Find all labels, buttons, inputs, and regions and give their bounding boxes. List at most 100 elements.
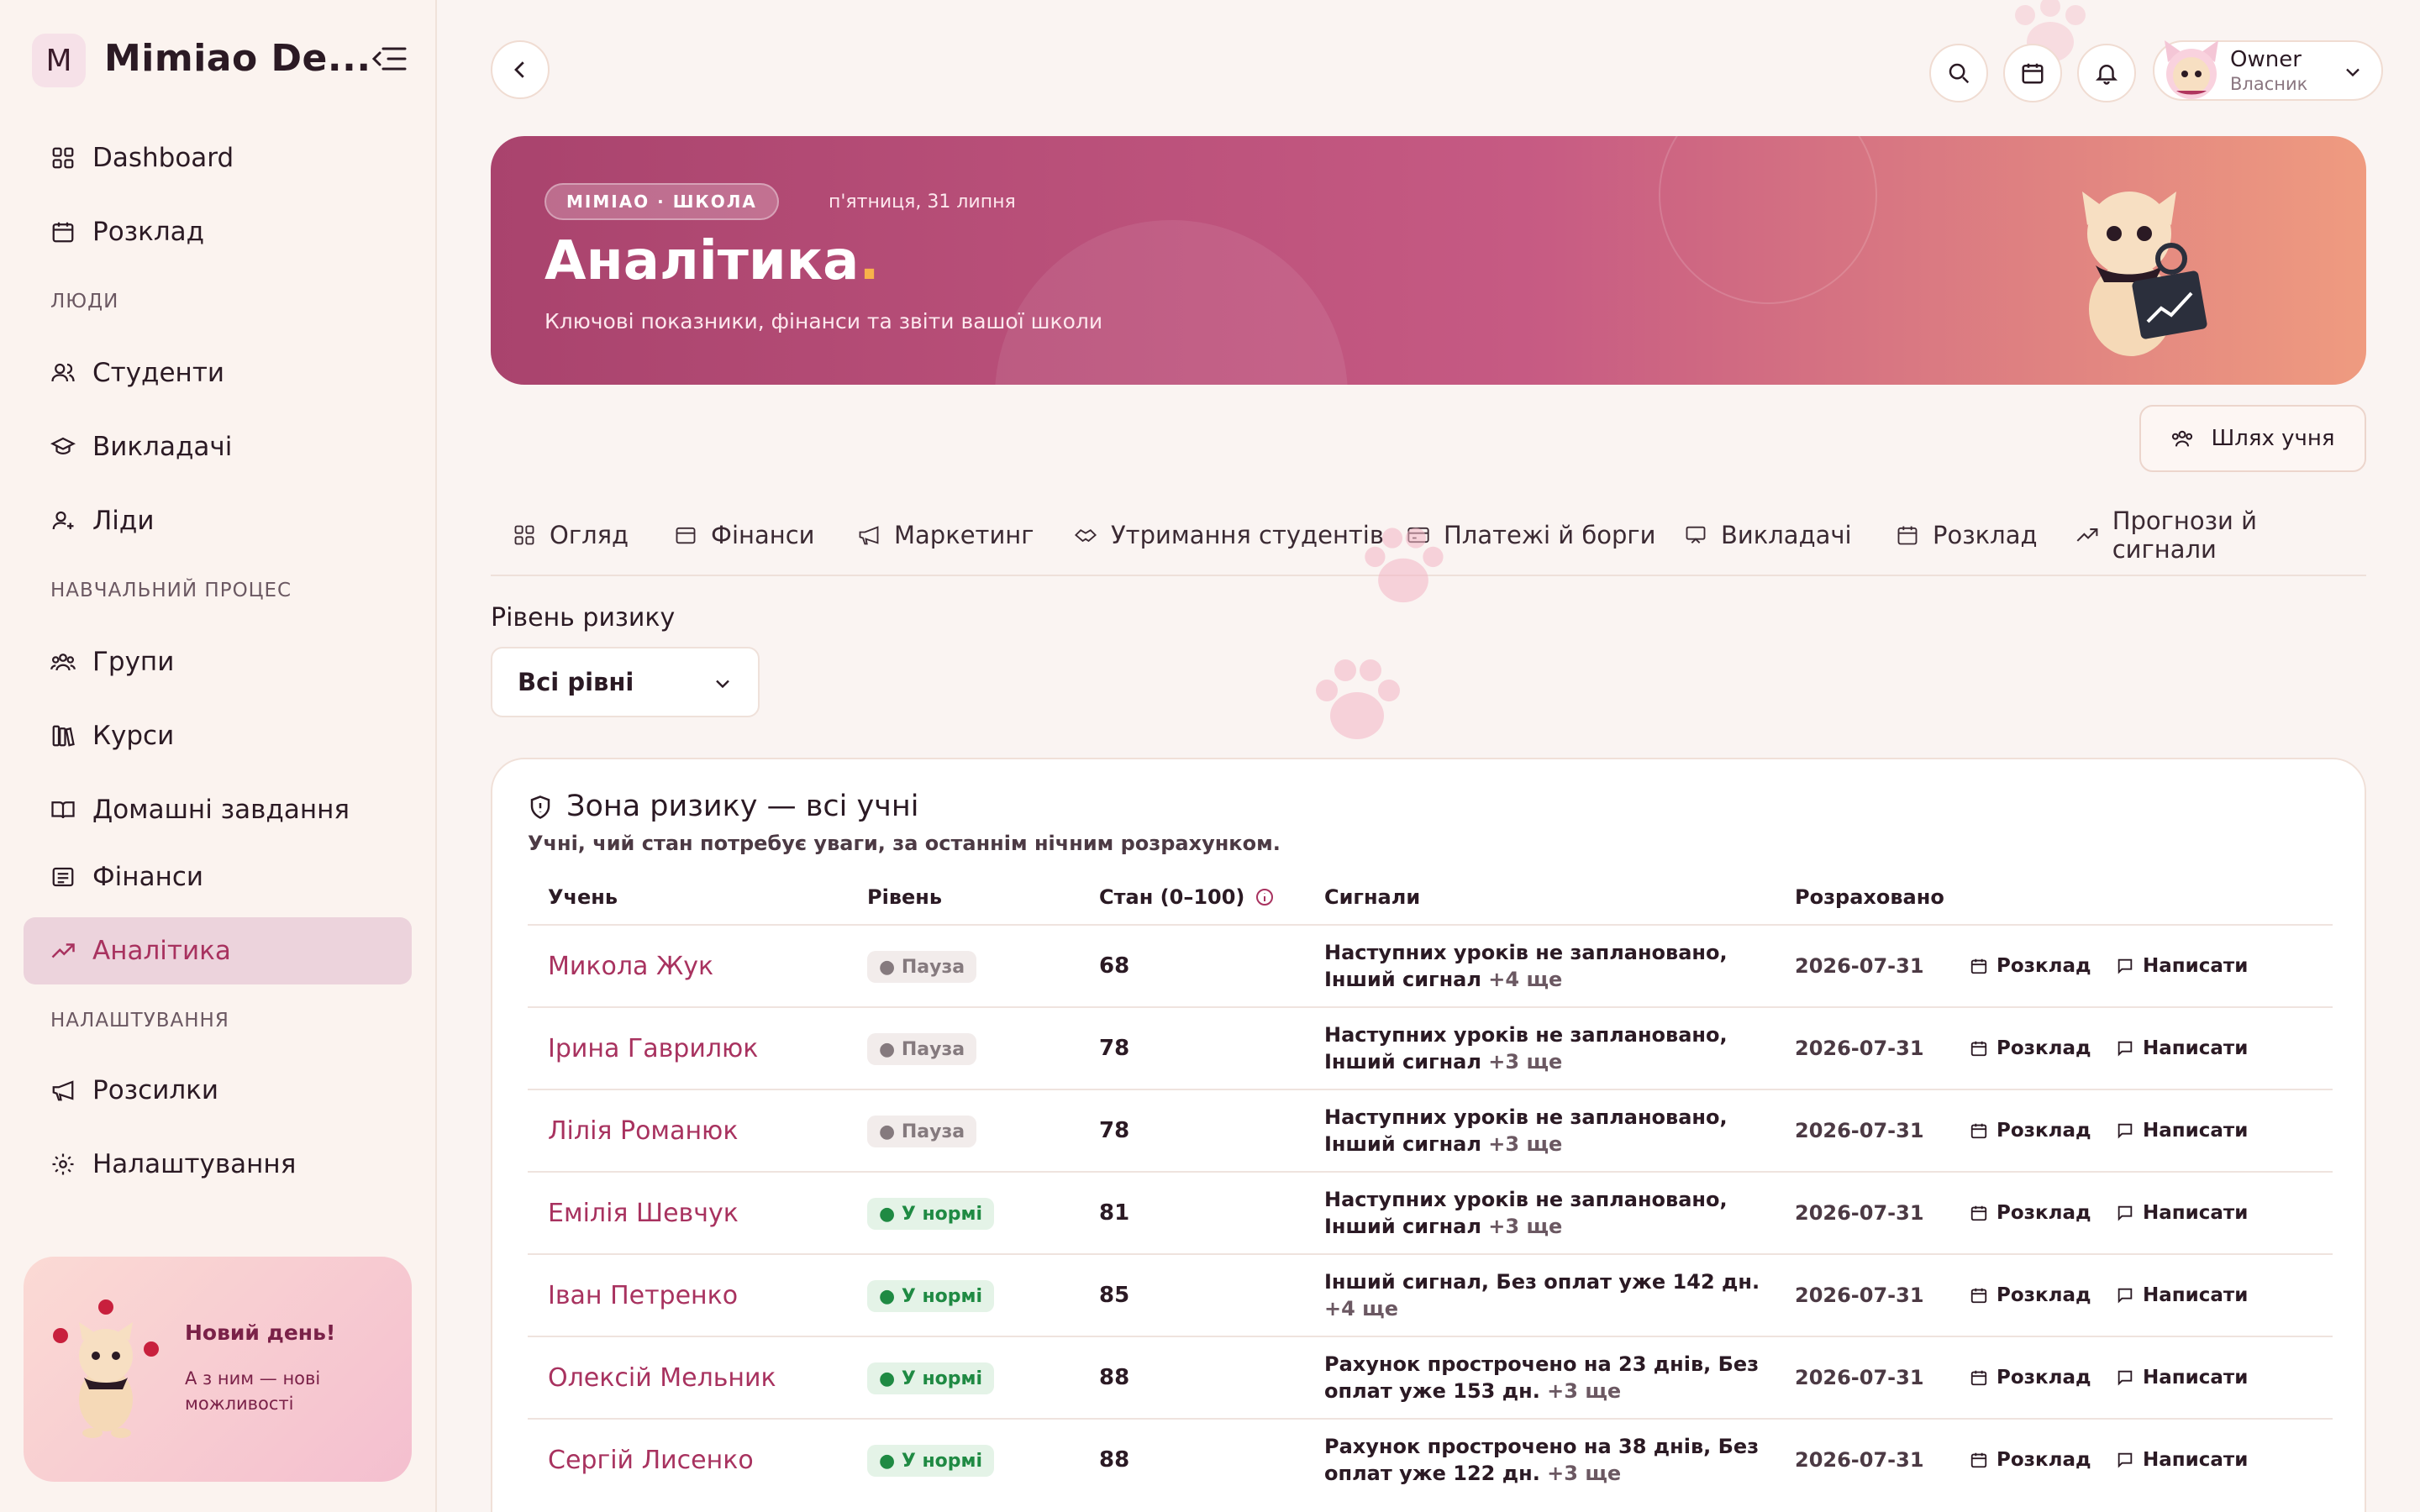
brand-logo[interactable]: M [32,34,86,87]
calculated-date: 2026-07-31 [1795,1119,1924,1142]
signals-text: Наступних уроків не заплановано, Інший с… [1324,1186,1795,1240]
more-signals-link[interactable]: +4 ще [1324,1297,1398,1320]
sidebar-item-leads[interactable]: Ліди [24,487,412,554]
tab-teachers[interactable]: Викладачі [1684,514,1852,556]
sidebar-item-groups[interactable]: Групи [24,628,412,696]
gear-icon [52,1153,74,1175]
schedule-action-button[interactable]: Розклад [1970,1420,2091,1500]
search-button[interactable] [1929,44,1988,102]
sidebar-item-courses[interactable]: Курси [24,702,412,769]
schedule-action-button[interactable]: Розклад [1970,1255,2091,1336]
sidebar-item-label: Ліди [92,506,155,536]
signals-list: Рахунок прострочено на 23 днів, Без опла… [1324,1352,1760,1403]
tab-marketing[interactable]: Маркетинг [857,514,1034,556]
schedule-action-button[interactable]: Розклад [1970,1337,2091,1418]
column-header-student[interactable]: Учень [548,885,618,909]
calculated-date: 2026-07-31 [1795,954,1924,978]
message-icon [2118,958,2133,974]
tab-finance[interactable]: Фінанси [674,514,815,556]
calendar-button[interactable] [2003,44,2062,102]
write-message-button[interactable]: Написати [2116,1008,2248,1089]
calendar-icon [1970,1370,1987,1386]
student-name-link[interactable]: Ірина Гаврилюк [548,1008,758,1089]
more-signals-link[interactable]: +3 ще [1488,1132,1562,1156]
sidebar-item-students[interactable]: Студенти [24,339,412,407]
chevron-down-icon [716,680,729,689]
calendar-icon [1970,1123,1987,1139]
sidebar-item-teachers[interactable]: Викладачі [24,413,412,480]
more-signals-link[interactable]: +3 ще [1547,1379,1621,1403]
sidebar-item-label: Домашні завдання [92,795,350,825]
student-path-label: Шлях учня [2211,426,2335,451]
status-badge: ● Пауза [867,951,977,983]
table-row: Микола Жук ● Пауза 68 Наступних уроків не з… [528,924,2333,1006]
graduation-cap-icon [50,437,76,454]
column-header-signals[interactable]: Сигнали [1324,885,1420,909]
tab-schedule[interactable]: Розклад [1896,514,2038,556]
write-message-button[interactable]: Написати [2116,926,2248,1006]
user-menu[interactable]: Owner Власник [2153,40,2383,101]
sidebar-item-analytics[interactable]: Аналітика [24,917,412,984]
write-message-button[interactable]: Написати [2116,1090,2248,1171]
more-signals-link[interactable]: +4 ще [1488,968,1562,991]
schedule-action-button[interactable]: Розклад [1970,1090,2091,1171]
tab-label: Маркетинг [894,521,1034,549]
sidebar-item-mailings[interactable]: Розсилки [24,1057,412,1124]
health-score: 68 [1099,953,1130,979]
tab-retention[interactable]: Утримання студентів [1074,514,1384,556]
message-icon [2118,1452,2133,1468]
student-name-link[interactable]: Лілія Романюк [548,1090,738,1171]
more-signals-link[interactable]: +3 ще [1488,1215,1562,1238]
signals-text: Рахунок прострочено на 23 днів, Без опла… [1324,1351,1795,1404]
action-label: Розклад [1996,1367,2091,1389]
calendar-icon [1970,1205,1987,1221]
sidebar-item-settings[interactable]: Налаштування [24,1131,412,1198]
tab-overview[interactable]: Огляд [513,514,629,556]
schedule-action-button[interactable]: Розклад [1970,1173,2091,1253]
info-icon[interactable] [1255,887,1275,907]
table-row: Ірина Гаврилюк ● Пауза 78 Наступних уроків … [528,1006,2333,1089]
write-message-button[interactable]: Написати [2116,1337,2248,1418]
column-header-calculated[interactable]: Розраховано [1795,885,1944,909]
status-badge: ● У нормі [867,1362,995,1394]
action-label: Розклад [1996,1120,2091,1142]
table-row: Олексій Мельник ● У нормі 88 Рахунок простр… [528,1336,2333,1418]
schedule-action-button[interactable]: Розклад [1970,926,2091,1006]
paw-decoration-icon [1365,528,1444,603]
dashboard-icon [52,147,74,169]
column-header-level[interactable]: Рівень [867,885,942,909]
risk-level-select[interactable]: Всі рівні [491,647,760,717]
action-label: Написати [2143,1120,2249,1142]
write-message-button[interactable]: Написати [2116,1173,2248,1253]
notifications-button[interactable] [2077,44,2136,102]
table-row: Іван Петренко ● У нормі 85 Інший сигнал, Бе… [528,1253,2333,1336]
student-name-link[interactable]: Емілія Шевчук [548,1173,739,1253]
more-signals-link[interactable]: +3 ще [1488,1050,1562,1074]
sidebar-item-dashboard[interactable]: Dashboard [24,124,412,192]
write-message-button[interactable]: Написати [2116,1255,2248,1336]
sidebar-item-finance[interactable]: Фінанси [24,843,412,911]
megaphone-icon [52,1080,74,1101]
back-button[interactable] [491,40,550,99]
user-name: Owner [2230,47,2302,72]
sidebar-item-homework[interactable]: Домашні завдання [24,776,412,843]
sidebar-item-schedule[interactable]: Розклад [24,198,412,265]
student-name-link[interactable]: Іван Петренко [548,1255,738,1336]
status-badge: ● У нормі [867,1280,995,1312]
schedule-action-button[interactable]: Розклад [1970,1008,2091,1089]
wallet-icon [676,527,696,544]
write-message-button[interactable]: Написати [2116,1420,2248,1500]
action-label: Написати [2143,955,2249,977]
tab-forecasts[interactable]: Прогнози й сигнали [2075,507,2366,564]
student-name-link[interactable]: Микола Жук [548,926,713,1006]
student-path-button[interactable]: Шлях учня [2139,405,2366,472]
chevron-left-icon [514,61,524,78]
message-icon [2118,1370,2133,1386]
student-name-link[interactable]: Олексій Мельник [548,1337,776,1418]
signals-text: Наступних уроків не заплановано, Інший с… [1324,1104,1795,1158]
column-header-score[interactable]: Стан (0–100) [1099,885,1275,909]
more-signals-link[interactable]: +3 ще [1547,1462,1621,1485]
collapse-sidebar-icon[interactable] [371,44,407,74]
brand-name[interactable]: Mimiao De... [104,37,371,80]
student-name-link[interactable]: Сергій Лисенко [548,1420,754,1500]
